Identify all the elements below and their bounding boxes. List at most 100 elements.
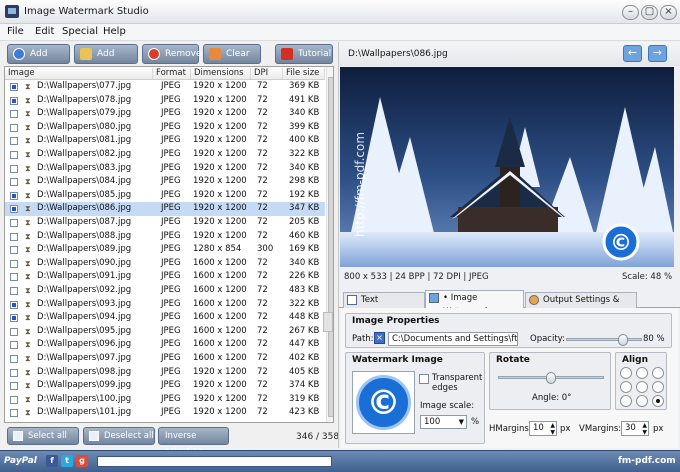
table-row[interactable]: ⧗ D:\Wallpapers\082.jpg JPEG 1920 x 1200 72 3… bbox=[5, 148, 325, 162]
row-checkbox[interactable] bbox=[10, 355, 18, 363]
table-row[interactable]: ⧗ D:\Wallpapers\091.jpg JPEG 1600 x 1200 72 2… bbox=[5, 270, 325, 284]
column-header-dpi[interactable]: DPI bbox=[251, 68, 283, 79]
column-header-file-size[interactable]: File size bbox=[283, 68, 325, 79]
transparent-edges-checkbox[interactable] bbox=[419, 374, 429, 384]
facebook-icon[interactable]: f bbox=[46, 455, 58, 467]
deselect-all-button[interactable]: Deselect all bbox=[83, 427, 155, 445]
inverse-selection-button[interactable]: Inverse selection bbox=[158, 427, 229, 457]
watermark-image-thumbnail[interactable]: © bbox=[352, 371, 415, 434]
menu-edit[interactable]: Edit bbox=[35, 26, 54, 37]
row-checkbox[interactable] bbox=[10, 164, 18, 173]
align-middle-center[interactable] bbox=[636, 381, 648, 393]
paypal-link[interactable]: PayPal bbox=[4, 456, 37, 466]
hmargins-input[interactable]: 10 ▲ ▼ bbox=[529, 421, 557, 436]
align-bottom-left[interactable] bbox=[620, 395, 632, 407]
vmargins-input[interactable]: 30 ▲ ▼ bbox=[621, 421, 649, 436]
table-row[interactable]: ⧗ D:\Wallpapers\099.jpg JPEG 1920 x 1200 72 3… bbox=[5, 379, 325, 393]
row-checkbox[interactable] bbox=[10, 191, 18, 200]
column-header-format[interactable]: Format bbox=[153, 68, 191, 79]
row-checkbox[interactable] bbox=[10, 178, 18, 187]
align-top-left[interactable] bbox=[620, 367, 632, 379]
row-checkbox[interactable] bbox=[10, 137, 18, 146]
row-checkbox[interactable] bbox=[10, 341, 18, 350]
row-checkbox[interactable] bbox=[10, 96, 18, 105]
previous-image-button[interactable]: ← bbox=[623, 45, 642, 62]
table-row[interactable]: ⧗ D:\Wallpapers\087.jpg JPEG 1920 x 1200 72 2… bbox=[5, 216, 325, 230]
image-scale-select[interactable]: 100 ▼ bbox=[420, 415, 467, 429]
google-plus-icon[interactable]: g bbox=[76, 455, 88, 467]
row-checkbox[interactable] bbox=[10, 246, 18, 255]
rotate-slider-knob[interactable] bbox=[546, 372, 556, 384]
table-row[interactable]: ⧗ D:\Wallpapers\078.jpg JPEG 1920 x 1200 72 4… bbox=[5, 94, 325, 108]
row-checkbox[interactable] bbox=[10, 314, 18, 323]
align-middle-right[interactable] bbox=[652, 381, 664, 393]
table-row[interactable]: ⧗ D:\Wallpapers\077.jpg JPEG 1920 x 1200 72 3… bbox=[5, 80, 325, 94]
list-scrollbar-thumb[interactable] bbox=[328, 77, 333, 417]
row-checkbox[interactable] bbox=[10, 123, 18, 132]
align-top-center[interactable] bbox=[636, 367, 648, 379]
table-row[interactable]: ⧗ D:\Wallpapers\090.jpg JPEG 1600 x 1200 72 3… bbox=[5, 257, 325, 271]
watermark-path-field[interactable]: C:\Documents and Settings\ft bbox=[388, 332, 518, 346]
table-row[interactable]: ⧗ D:\Wallpapers\094.jpg JPEG 1600 x 1200 72 4… bbox=[5, 311, 325, 325]
row-checkbox[interactable] bbox=[10, 327, 18, 336]
row-checkbox[interactable] bbox=[10, 205, 18, 214]
table-row[interactable]: ⧗ D:\Wallpapers\095.jpg JPEG 1600 x 1200 72 2… bbox=[5, 325, 325, 339]
spinner-icon[interactable]: ▲ ▼ bbox=[642, 422, 647, 435]
spinner-icon[interactable]: ▲ ▼ bbox=[550, 422, 555, 435]
table-row[interactable]: ⧗ D:\Wallpapers\080.jpg JPEG 1920 x 1200 72 3… bbox=[5, 121, 325, 135]
row-checkbox[interactable] bbox=[10, 110, 18, 119]
table-row[interactable]: ⧗ D:\Wallpapers\089.jpg JPEG 1280 x 854 300 1… bbox=[5, 243, 325, 257]
table-row[interactable]: ⧗ D:\Wallpapers\079.jpg JPEG 1920 x 1200 72 3… bbox=[5, 107, 325, 121]
clear-button[interactable]: Clear bbox=[203, 44, 261, 64]
row-checkbox[interactable] bbox=[10, 232, 18, 241]
align-bottom-right[interactable] bbox=[652, 395, 664, 407]
table-row[interactable]: ⧗ D:\Wallpapers\084.jpg JPEG 1920 x 1200 72 2… bbox=[5, 175, 325, 189]
table-row[interactable]: ⧗ D:\Wallpapers\100.jpg JPEG 1920 x 1200 72 3… bbox=[5, 393, 325, 407]
row-checkbox[interactable] bbox=[10, 300, 18, 309]
align-bottom-center[interactable] bbox=[636, 395, 648, 407]
tab-text-watermark[interactable]: Text Watermark bbox=[343, 292, 425, 319]
list-scrollbar[interactable] bbox=[326, 67, 333, 422]
twitter-icon[interactable]: t bbox=[61, 455, 73, 467]
row-checkbox[interactable] bbox=[10, 287, 18, 295]
row-checkbox[interactable] bbox=[10, 83, 18, 91]
table-row[interactable]: ⧗ D:\Wallpapers\081.jpg JPEG 1920 x 1200 72 4… bbox=[5, 134, 325, 148]
browse-path-icon[interactable]: ⨯ bbox=[374, 332, 385, 344]
table-row[interactable]: ⧗ D:\Wallpapers\096.jpg JPEG 1600 x 1200 72 4… bbox=[5, 338, 325, 352]
table-row[interactable]: ⧗ D:\Wallpapers\101.jpg JPEG 1920 x 1200 72 4… bbox=[5, 406, 325, 420]
table-row[interactable]: ⧗ D:\Wallpapers\086.jpg JPEG 1920 x 1200 72 3… bbox=[5, 202, 325, 216]
close-button[interactable]: × bbox=[660, 5, 677, 20]
row-checkbox[interactable] bbox=[10, 219, 18, 227]
remove-button[interactable]: Remove bbox=[142, 44, 202, 64]
maximize-button[interactable]: ▢ bbox=[641, 5, 658, 20]
menu-file[interactable]: File bbox=[7, 26, 24, 37]
table-row[interactable]: ⧗ D:\Wallpapers\093.jpg JPEG 1600 x 1200 72 3… bbox=[5, 298, 325, 312]
row-checkbox[interactable] bbox=[10, 151, 18, 159]
menu-special[interactable]: Special bbox=[62, 26, 98, 37]
align-middle-left[interactable] bbox=[620, 381, 632, 393]
row-checkbox[interactable] bbox=[10, 409, 18, 418]
column-header-dimensions[interactable]: Dimensions bbox=[191, 68, 251, 79]
opacity-slider-knob[interactable] bbox=[618, 334, 629, 346]
row-checkbox[interactable] bbox=[10, 259, 18, 268]
table-row[interactable]: ⧗ D:\Wallpapers\083.jpg JPEG 1920 x 1200 72 3… bbox=[5, 162, 325, 176]
tab-output-settings[interactable]: Output Settings & Start bbox=[525, 292, 637, 319]
align-top-right[interactable] bbox=[652, 367, 664, 379]
table-row[interactable]: ⧗ D:\Wallpapers\092.jpg JPEG 1600 x 1200 72 4… bbox=[5, 284, 325, 298]
minimize-button[interactable]: – bbox=[622, 5, 639, 20]
rotate-slider[interactable] bbox=[498, 372, 604, 384]
row-checkbox[interactable] bbox=[10, 273, 18, 282]
table-row[interactable]: ⧗ D:\Wallpapers\098.jpg JPEG 1920 x 1200 72 4… bbox=[5, 366, 325, 380]
tab-image-watermark[interactable]: • Image Watermark bbox=[425, 290, 524, 317]
column-header-image[interactable]: Image bbox=[5, 68, 153, 79]
add-image-button[interactable]: Add image bbox=[7, 44, 70, 77]
row-checkbox[interactable] bbox=[10, 368, 18, 377]
panel-splitter-handle[interactable] bbox=[323, 312, 333, 332]
select-all-button[interactable]: Select all bbox=[7, 427, 79, 445]
row-checkbox[interactable] bbox=[10, 382, 18, 391]
menu-help[interactable]: Help bbox=[103, 26, 126, 37]
add-folder-button[interactable]: Add folder bbox=[74, 44, 138, 77]
table-row[interactable]: ⧗ D:\Wallpapers\097.jpg JPEG 1600 x 1200 72 4… bbox=[5, 352, 325, 366]
table-row[interactable]: ⧗ D:\Wallpapers\085.jpg JPEG 1920 x 1200 72 1… bbox=[5, 189, 325, 203]
website-link[interactable]: fm-pdf.com bbox=[618, 456, 676, 466]
